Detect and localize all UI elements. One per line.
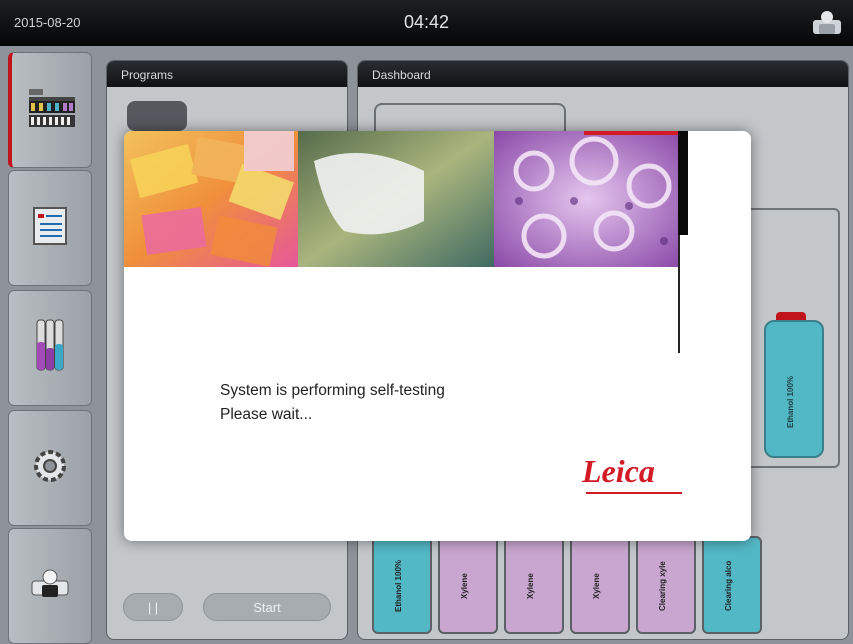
logo-underline [586,492,682,494]
status-line-2: Please wait... [220,406,313,423]
reagent-station[interactable]: Xylene [438,536,498,634]
sidebar-item-programs[interactable] [8,170,92,286]
status-line-1: System is performing self-testing [220,382,445,399]
reagent-station[interactable]: Clearing alco [702,536,762,634]
reagent-label: Clearing xyle [658,561,667,611]
reagent-label: Xylene [460,573,469,599]
reagent-station[interactable]: Clearing xyle [636,536,696,634]
pause-button[interactable]: | | [123,593,183,621]
reagent-label: Xylene [526,573,535,599]
sidebar [8,52,92,644]
sidebar-item-user[interactable] [8,528,92,644]
dashboard-title: Dashboard [358,61,848,87]
reagent-station[interactable]: Xylene [570,536,630,634]
bottle-label: Ethanol 100% [786,376,795,429]
status-bar: 2015-08-20 04:42 [0,0,853,46]
dashboard-icon [27,83,77,138]
status-message: System is performing self-testing Please… [220,379,445,427]
reagent-label: Xylene [592,573,601,599]
clock: 04:42 [403,12,450,32]
reagent-label: Ethanol 100% [394,560,403,613]
start-button[interactable]: Start [203,593,331,621]
reagent-tubes-icon [35,318,65,379]
reagent-label: Clearing alco [724,560,733,612]
programs-title: Programs [107,61,347,87]
leica-logo: Leica [582,453,655,489]
sidebar-item-reagents[interactable] [8,290,92,406]
self-test-dialog: System is performing self-testing Please… [124,131,751,541]
sidebar-item-dashboard[interactable] [8,52,92,168]
banner-image [124,131,680,267]
user-icon [30,567,70,606]
reagent-bottle[interactable]: Ethanol 100% [764,320,824,458]
reagent-station[interactable]: Xylene [504,536,564,634]
program-favorite-tile[interactable] [127,101,187,131]
reagent-station[interactable]: Ethanol 100% [372,536,432,634]
user-icon[interactable] [811,8,843,38]
program-list-icon [32,206,68,251]
gear-icon [30,446,70,491]
banner-divider-line [678,235,680,353]
banner-divider [678,131,688,235]
sidebar-item-settings[interactable] [8,410,92,526]
